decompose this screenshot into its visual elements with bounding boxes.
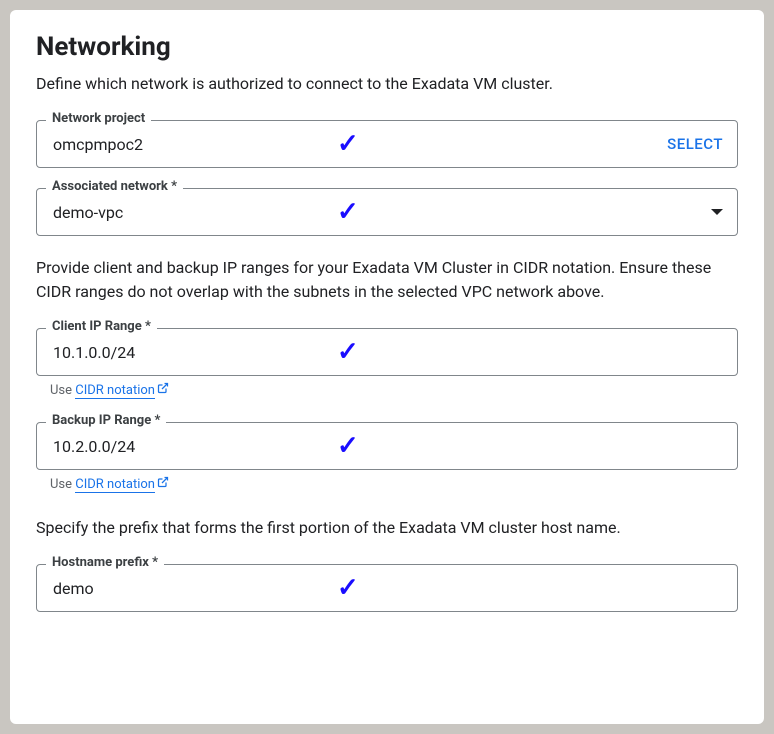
client-ip-box[interactable]: ✓ — [36, 328, 738, 376]
network-project-field: Network project ✓ SELECT — [36, 120, 738, 168]
chevron-down-icon[interactable] — [711, 209, 723, 215]
backup-ip-helper: Use CIDR notation — [50, 476, 738, 492]
client-ip-input[interactable] — [51, 342, 311, 363]
cidr-intro-text: Provide client and backup IP ranges for … — [36, 256, 738, 304]
network-project-label: Network project — [46, 111, 151, 126]
external-link-icon — [157, 382, 169, 398]
hostname-input[interactable] — [51, 578, 311, 599]
client-ip-label: Client IP Range * — [46, 319, 157, 334]
helper-prefix: Use — [50, 383, 75, 398]
checkmark-icon: ✓ — [337, 197, 359, 227]
hostname-box[interactable]: ✓ — [36, 564, 738, 612]
backup-ip-label: Backup IP Range * — [46, 413, 166, 428]
hostname-field: Hostname prefix * ✓ — [36, 564, 738, 612]
cidr-link[interactable]: CIDR notation — [75, 477, 155, 493]
select-button[interactable]: SELECT — [667, 135, 723, 153]
page-title: Networking — [36, 32, 738, 62]
associated-network-input[interactable] — [51, 202, 311, 223]
network-project-input[interactable] — [51, 134, 311, 155]
associated-network-field: Associated network * ✓ — [36, 188, 738, 236]
checkmark-icon: ✓ — [337, 129, 359, 159]
backup-ip-field: Backup IP Range * ✓ Use CIDR notation — [36, 422, 738, 492]
cidr-link[interactable]: CIDR notation — [75, 383, 155, 399]
client-ip-field: Client IP Range * ✓ Use CIDR notation — [36, 328, 738, 398]
networking-panel: Networking Define which network is autho… — [10, 10, 764, 724]
checkmark-icon: ✓ — [337, 431, 359, 461]
backup-ip-box[interactable]: ✓ — [36, 422, 738, 470]
intro-text: Define which network is authorized to co… — [36, 72, 738, 96]
checkmark-icon: ✓ — [337, 337, 359, 367]
checkmark-icon: ✓ — [337, 573, 359, 603]
associated-network-label: Associated network * — [46, 179, 183, 194]
associated-network-box[interactable]: ✓ — [36, 188, 738, 236]
helper-prefix: Use — [50, 477, 75, 492]
client-ip-helper: Use CIDR notation — [50, 382, 738, 398]
backup-ip-input[interactable] — [51, 436, 311, 457]
hostname-intro-text: Specify the prefix that forms the first … — [36, 516, 738, 540]
external-link-icon — [157, 476, 169, 492]
network-project-box[interactable]: ✓ SELECT — [36, 120, 738, 168]
hostname-label: Hostname prefix * — [46, 555, 164, 570]
